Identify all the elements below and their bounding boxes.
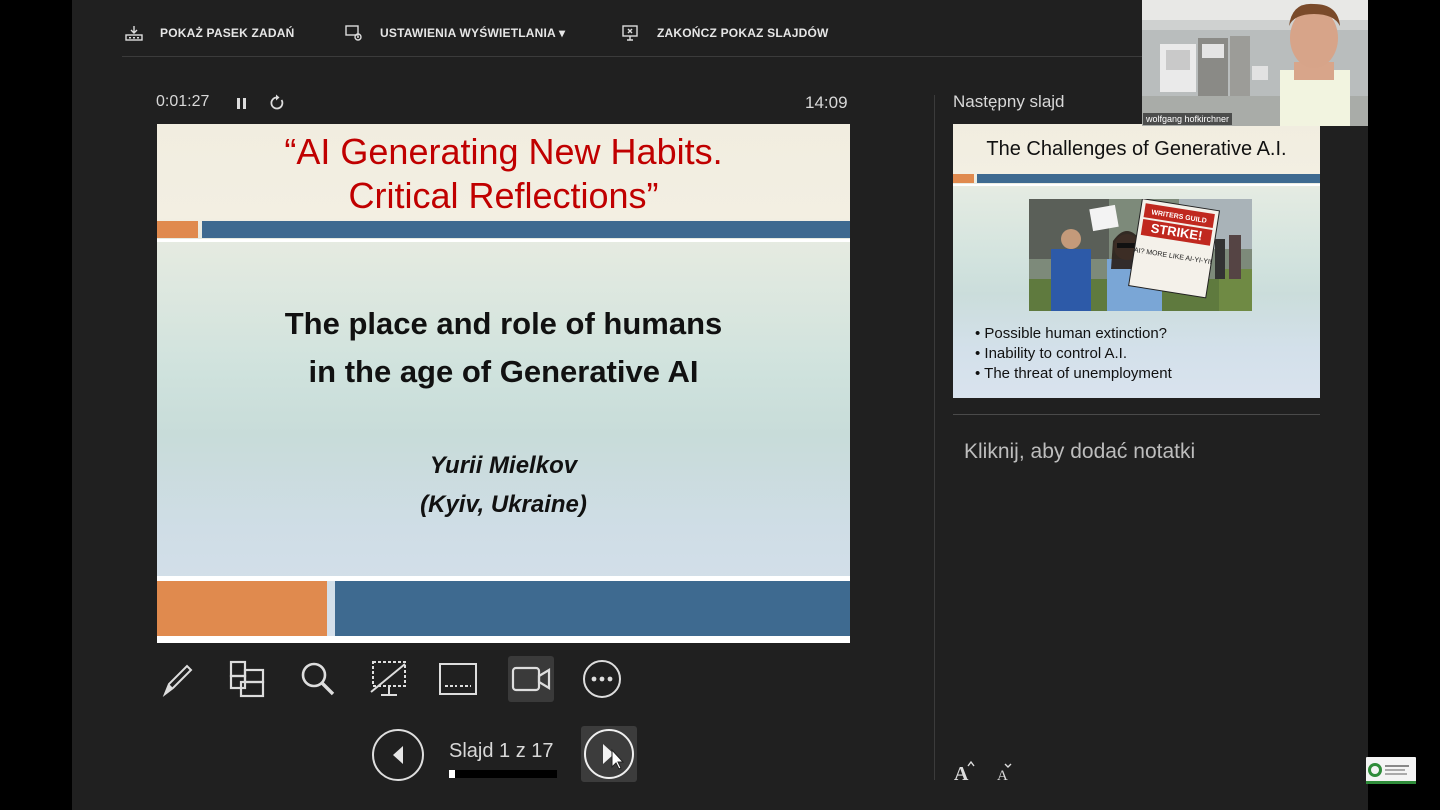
- strike-photo: WRITERS GUILD STRIKE! AI? MORE LIKE AI-Y…: [1029, 199, 1252, 311]
- current-time: 14:09: [805, 93, 848, 112]
- slide-subtitle-line: in the age of Generative AI: [308, 354, 699, 389]
- show-taskbar-label: POKAŻ PASEK ZADAŃ: [160, 26, 295, 40]
- next-slide-title: The Challenges of Generative A.I.: [986, 138, 1287, 160]
- author-name: Yurii Mielkov: [429, 452, 578, 479]
- next-arrow-icon: [603, 744, 625, 770]
- list-item: Inability to control A.I.: [975, 344, 1172, 364]
- toolbar-divider: [122, 56, 1212, 57]
- footer-edge: [157, 636, 850, 643]
- end-slideshow-label: ZAKOŃCZ POKAZ SLAJDÓW: [657, 26, 829, 40]
- conference-logo: [1366, 757, 1416, 784]
- see-all-slides-button[interactable]: [225, 656, 271, 702]
- slide-progress-bar: [449, 770, 557, 778]
- participant-video: [1142, 0, 1368, 126]
- show-taskbar-button[interactable]: POKAŻ PASEK ZADAŃ: [124, 22, 295, 44]
- subtitles-button[interactable]: [435, 656, 481, 702]
- webcam-feed: wolfgang hofkirchner: [1142, 0, 1368, 126]
- slide-author: Yurii Mielkov (Kyiv, Ukraine): [157, 446, 850, 524]
- svg-text:A: A: [954, 763, 969, 785]
- panel-divider: [934, 95, 935, 780]
- end-show-icon: [622, 25, 638, 41]
- next-slide-bullets: Possible human extinction? Inability to …: [975, 324, 1172, 384]
- accent-divider: [953, 184, 1320, 186]
- slide-counter: Slajd 1 z 17: [449, 740, 554, 762]
- footer-bar-blue: [335, 581, 850, 636]
- logo-icon: [1366, 763, 1416, 784]
- more-options-icon: [583, 660, 621, 698]
- accent-divider: [157, 239, 850, 242]
- zoom-icon: [301, 662, 335, 696]
- previous-arrow-icon: [393, 746, 403, 764]
- decrease-font-icon[interactable]: A: [993, 758, 1017, 786]
- zoom-button[interactable]: [295, 656, 341, 702]
- pause-icon[interactable]: [234, 94, 250, 112]
- next-slide-preview[interactable]: The Challenges of Generative A.I. WRITER…: [953, 124, 1320, 398]
- camera-icon: [511, 666, 551, 692]
- list-item: Possible human extinction?: [975, 324, 1172, 344]
- speaker-notes-area[interactable]: Kliknij, aby dodać notatki: [964, 440, 1195, 464]
- subtitles-icon: [439, 663, 477, 695]
- accent-bar-blue: [202, 221, 850, 238]
- accent-bar-orange: [157, 221, 198, 238]
- slide-title-line: Critical Reflections”: [348, 175, 659, 216]
- slide-progress-fill: [449, 770, 456, 778]
- slide-title: “AI Generating New Habits. Critical Refl…: [157, 130, 850, 218]
- accent-bar-orange: [953, 174, 974, 183]
- camera-toggle-button[interactable]: [508, 656, 554, 702]
- restart-timer-icon[interactable]: [268, 93, 286, 113]
- svg-text:A: A: [997, 768, 1008, 784]
- previous-slide-button[interactable]: [372, 729, 424, 781]
- display-settings-label: USTAWIENIA WYŚWIETLANIA ▾: [380, 26, 566, 40]
- increase-font-icon[interactable]: A: [952, 758, 976, 786]
- all-slides-icon: [229, 660, 265, 698]
- taskbar-icon: [125, 26, 143, 41]
- display-settings-button[interactable]: USTAWIENIA WYŚWIETLANIA ▾: [344, 22, 565, 44]
- pen-icon: [162, 664, 193, 697]
- next-slide-heading: Następny slajd: [953, 92, 1065, 111]
- pen-tool-button[interactable]: [155, 656, 201, 702]
- list-item: The threat of unemployment: [975, 364, 1172, 384]
- next-slide-button[interactable]: [581, 726, 637, 782]
- slide-subtitle: The place and role of humans in the age …: [157, 300, 850, 396]
- author-location: (Kyiv, Ukraine): [420, 491, 587, 518]
- black-screen-icon: [370, 661, 406, 696]
- black-screen-button[interactable]: [365, 656, 411, 702]
- slide-subtitle-line: The place and role of humans: [284, 306, 723, 341]
- current-slide[interactable]: “AI Generating New Habits. Critical Refl…: [157, 124, 850, 643]
- slide-title-line: “AI Generating New Habits.: [284, 131, 723, 172]
- footer-bar-orange: [157, 581, 327, 636]
- display-settings-icon: [345, 25, 362, 41]
- participant-name: wolfgang hofkirchner: [1143, 113, 1233, 125]
- accent-bar-blue: [977, 174, 1320, 183]
- elapsed-timer: 0:01:27: [156, 93, 210, 110]
- end-slideshow-button[interactable]: ZAKOŃCZ POKAZ SLAJDÓW: [621, 22, 829, 44]
- notes-divider: [953, 414, 1320, 415]
- more-options-button[interactable]: [579, 656, 625, 702]
